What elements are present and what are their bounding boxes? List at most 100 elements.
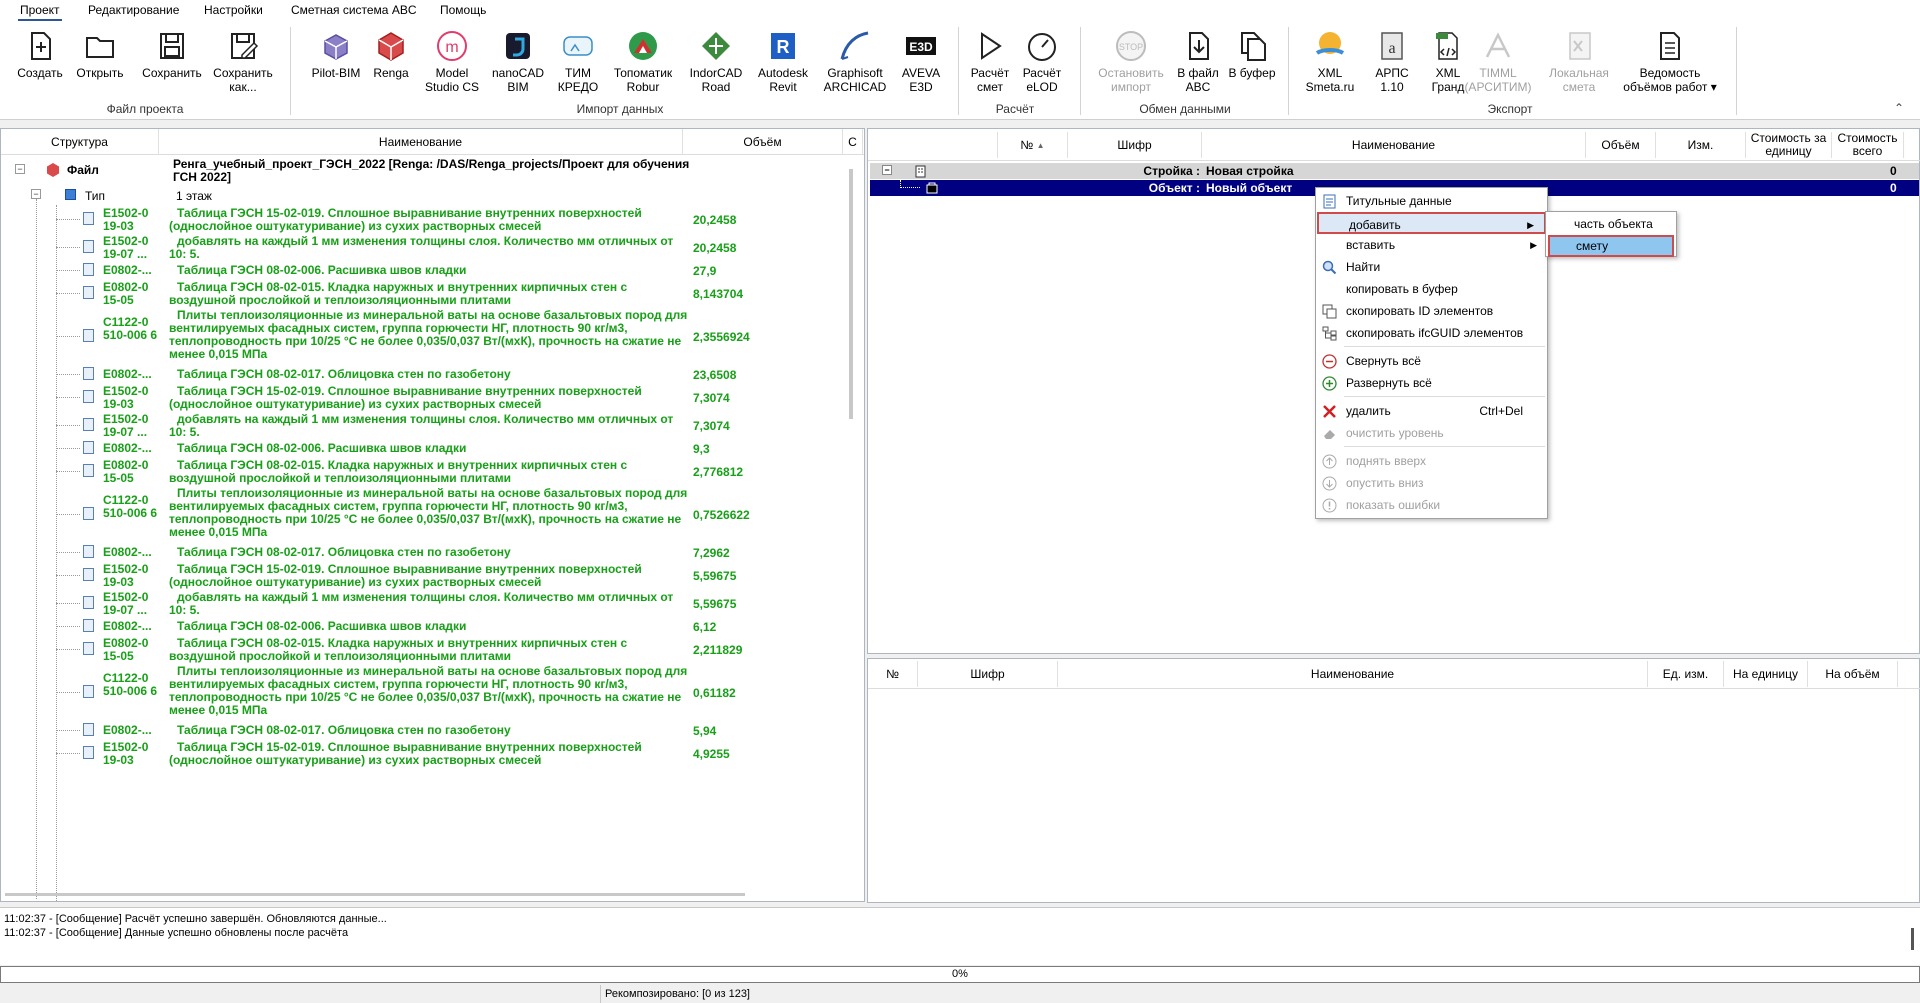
calc-smet-button[interactable]: Расчёт смет bbox=[962, 29, 1018, 99]
tree-row[interactable]: E1502-0 19-03 Таблица ГЭСН 15-02-019. Спл… bbox=[1, 383, 849, 411]
tree-row[interactable]: C1122-0 510-006 6 Плиты теплоизоляционные… bbox=[1, 663, 849, 721]
revit-button[interactable]: R Autodesk Revit bbox=[752, 29, 814, 99]
tree-row[interactable]: E1502-0 19-07 ... добавлять на каждый 1 м… bbox=[1, 411, 849, 439]
pilot-bim-button[interactable]: Pilot-BIM bbox=[306, 29, 366, 99]
item-code: E0802-... bbox=[103, 619, 152, 633]
col-volume[interactable]: Объём bbox=[1586, 132, 1656, 158]
collapse-toggle-icon[interactable]: − bbox=[15, 164, 25, 174]
submenu-item-estimate[interactable]: смету bbox=[1548, 235, 1674, 257]
menu-item-move-down[interactable]: опустить вниз bbox=[1316, 472, 1547, 494]
arps-button[interactable]: a АРПС 1.10 bbox=[1364, 29, 1420, 99]
menu-item-clear-level[interactable]: очистить уровень bbox=[1316, 422, 1547, 444]
tree-row[interactable]: E0802-... Таблица ГЭСН 08-02-006. Расшивк… bbox=[1, 261, 849, 279]
tree-root-row[interactable]: − Файл Ренга_учебный_проект_ГЭСН_2022 [R… bbox=[1, 157, 849, 185]
stop-import-button[interactable]: STOP Остановить импорт bbox=[1090, 29, 1172, 99]
to-abc-button[interactable]: В файл ABC bbox=[1172, 29, 1224, 99]
local-smeta-button[interactable]: Локальная смета bbox=[1546, 29, 1612, 99]
menu-item-add[interactable]: добавить ▶ bbox=[1317, 212, 1546, 234]
tree-type-row[interactable]: − Тип 1 этаж bbox=[1, 186, 849, 204]
col-unit[interactable]: Ед. изм. bbox=[1648, 661, 1724, 687]
tab-help[interactable]: Помощь bbox=[440, 3, 486, 17]
to-buffer-button[interactable]: В буфер bbox=[1226, 29, 1278, 99]
model-studio-button[interactable]: m Model Studio CS bbox=[420, 29, 484, 99]
tree-row[interactable]: E0802-0 15-05 Таблица ГЭСН 08-02-015. Кла… bbox=[1, 635, 849, 663]
save-as-button[interactable]: Сохранить как... bbox=[210, 29, 276, 99]
tree-guide-line bbox=[56, 448, 80, 449]
col-number[interactable]: № bbox=[868, 661, 918, 687]
renga-button[interactable]: Renga bbox=[363, 29, 419, 99]
tree-row[interactable]: E0802-... Таблица ГЭСН 08-02-017. Облицов… bbox=[1, 543, 849, 561]
tree-row[interactable]: E0802-... Таблица ГЭСН 08-02-017. Облицов… bbox=[1, 721, 849, 739]
open-button[interactable]: Открыть bbox=[70, 29, 130, 99]
tree-row[interactable]: E1502-0 19-03 Таблица ГЭСН 15-02-019. Спл… bbox=[1, 561, 849, 589]
menu-item-paste[interactable]: вставить ▶ bbox=[1316, 234, 1547, 256]
collapse-toggle-icon[interactable]: − bbox=[882, 165, 892, 175]
item-code: E0802-... bbox=[103, 723, 152, 737]
menu-item-copy-ifcguid[interactable]: скопировать ifcGUID элементов bbox=[1316, 322, 1547, 344]
create-button[interactable]: Создать bbox=[10, 29, 70, 99]
tab-edit[interactable]: Редактирование bbox=[88, 3, 179, 17]
save-button[interactable]: Сохранить bbox=[140, 29, 204, 99]
menu-item-move-up[interactable]: поднять вверх bbox=[1316, 450, 1547, 472]
tree-row[interactable]: E1502-0 19-03 Таблица ГЭСН 15-02-019. Спл… bbox=[1, 205, 849, 233]
col-code[interactable]: Шифр bbox=[918, 661, 1058, 687]
tree-row[interactable]: E1502-0 19-03 Таблица ГЭСН 15-02-019. Спл… bbox=[1, 739, 849, 767]
tree-row[interactable]: C1122-0 510-006 6 Плиты теплоизоляционные… bbox=[1, 307, 849, 365]
tim-kredo-button[interactable]: ТИМ КРЕДО bbox=[553, 29, 603, 99]
nanocad-button[interactable]: nanoCAD BIM bbox=[488, 29, 548, 99]
col-per-unit[interactable]: На единицу bbox=[1724, 661, 1808, 687]
col-number[interactable]: № ▲ bbox=[998, 132, 1068, 158]
indorcad-button[interactable]: IndorCAD Road bbox=[684, 29, 748, 99]
vedomost-button[interactable]: Ведомость объёмов работ ▾ bbox=[1622, 29, 1718, 99]
col-code[interactable]: Шифр bbox=[1068, 132, 1202, 158]
col-structure[interactable]: Структура bbox=[1, 129, 159, 155]
gauge-icon bbox=[1028, 33, 1056, 61]
collapse-ribbon-icon[interactable]: ⌃ bbox=[1894, 101, 1904, 115]
item-description: Таблица ГЭСН 08-02-017. Облицовка стен п… bbox=[177, 367, 511, 381]
menu-item-show-errors[interactable]: показать ошибки bbox=[1316, 494, 1547, 516]
tab-abc-system[interactable]: Сметная система ABC bbox=[291, 3, 417, 17]
tree-row[interactable]: E0802-0 15-05 Таблица ГЭСН 08-02-015. Кла… bbox=[1, 457, 849, 485]
tree-row[interactable]: E0802-... Таблица ГЭСН 08-02-017. Облицов… bbox=[1, 365, 849, 383]
col-total-cost[interactable]: Стоимость всего bbox=[1832, 132, 1904, 158]
item-description: Таблица ГЭСН 15-02-019. Сплошное выравни… bbox=[169, 740, 642, 767]
col-name[interactable]: Наименование bbox=[159, 129, 683, 155]
tree-row[interactable]: C1122-0 510-006 6 Плиты теплоизоляционные… bbox=[1, 485, 849, 543]
item-code: E1502-0 19-03 bbox=[103, 206, 149, 233]
xml-smeta-button[interactable]: XML Smeta.ru bbox=[1298, 29, 1362, 99]
aveva-button[interactable]: E3D AVEVA E3D bbox=[894, 29, 948, 99]
vertical-scrollbar[interactable] bbox=[849, 169, 853, 419]
col-c[interactable]: С bbox=[843, 129, 863, 155]
archicad-button[interactable]: Graphisoft ARCHICAD bbox=[820, 29, 890, 99]
col-volume[interactable]: Объём bbox=[683, 129, 843, 155]
calc-elod-button[interactable]: Расчёт eLOD bbox=[1014, 29, 1070, 99]
menu-item-expand-all[interactable]: Развернуть всё bbox=[1316, 372, 1547, 394]
tree-row[interactable]: E0802-0 15-05 Таблица ГЭСН 08-02-015. Кла… bbox=[1, 279, 849, 307]
menu-item-collapse-all[interactable]: Свернуть всё bbox=[1316, 350, 1547, 372]
tree-row[interactable]: E0802-... Таблица ГЭСН 08-02-006. Расшивк… bbox=[1, 439, 849, 457]
menu-item-copy-ids[interactable]: скопировать ID элементов bbox=[1316, 300, 1547, 322]
col-per-volume[interactable]: На объём bbox=[1808, 661, 1898, 687]
timml-button[interactable]: TIMML (АРСИТИМ) bbox=[1462, 29, 1534, 99]
tree-row[interactable]: E1502-0 19-07 ... добавлять на каждый 1 м… bbox=[1, 589, 849, 617]
log-scrollbar[interactable] bbox=[1911, 928, 1914, 950]
menu-item-find[interactable]: Найти bbox=[1316, 256, 1547, 278]
model-studio-icon: m bbox=[437, 31, 467, 61]
col-name[interactable]: Наименование bbox=[1202, 132, 1586, 158]
menu-item-copy[interactable]: копировать в буфер bbox=[1316, 278, 1547, 300]
col-unit[interactable]: Изм. bbox=[1656, 132, 1746, 158]
col-unit-cost[interactable]: Стоимость за единицу bbox=[1746, 132, 1832, 158]
menu-item-title-data[interactable]: Титульные данные bbox=[1316, 190, 1547, 212]
menu-item-delete[interactable]: удалить Ctrl+Del bbox=[1316, 400, 1547, 422]
tab-project[interactable]: Проект bbox=[18, 3, 62, 21]
horizontal-scrollbar[interactable] bbox=[5, 893, 745, 896]
tree-row[interactable]: E1502-0 19-07 ... добавлять на каждый 1 м… bbox=[1, 233, 849, 261]
tab-settings[interactable]: Настройки bbox=[204, 3, 263, 17]
submenu-item-object-part[interactable]: часть объекта bbox=[1546, 213, 1676, 235]
tree-row[interactable]: E0802-... Таблица ГЭСН 08-02-006. Расшивк… bbox=[1, 617, 849, 635]
collapse-toggle-icon[interactable]: − bbox=[31, 189, 41, 199]
col-name[interactable]: Наименование bbox=[1058, 661, 1648, 687]
grid-row-stroika[interactable]: − Стройка : Новая стройка 0 bbox=[870, 163, 1919, 179]
topomatik-button[interactable]: Топоматик Robur bbox=[608, 29, 678, 99]
object-label: Объект : bbox=[1148, 181, 1200, 195]
